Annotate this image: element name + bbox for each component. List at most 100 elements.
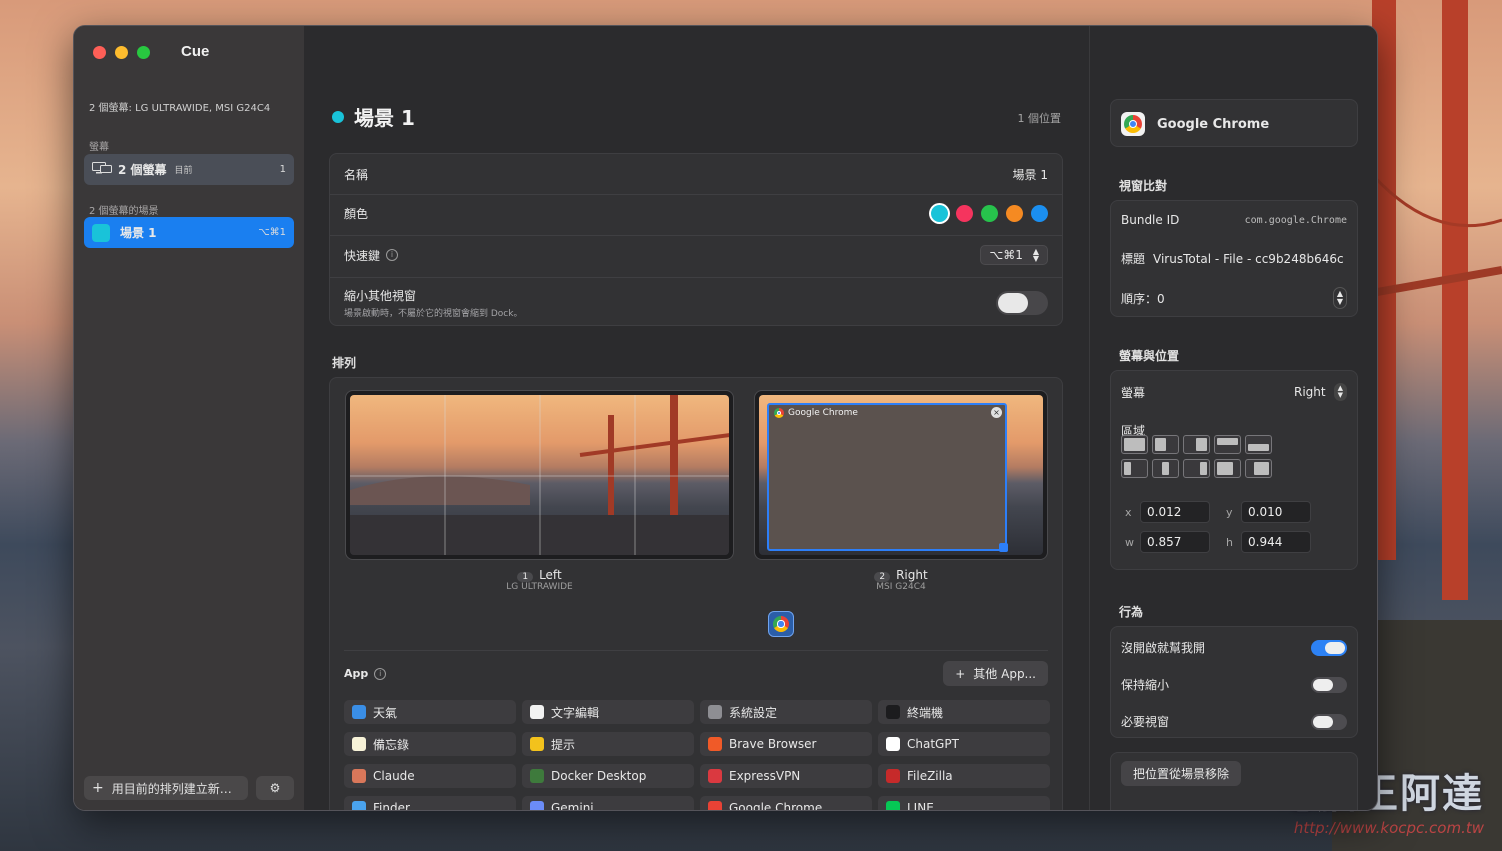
traffic-lights bbox=[93, 46, 150, 59]
app-icon bbox=[886, 769, 900, 783]
sidebar-settings-button[interactable]: ⚙ bbox=[256, 776, 294, 800]
app-button[interactable]: 終端機 bbox=[878, 700, 1050, 724]
app-button[interactable]: Google Chrome bbox=[700, 796, 872, 810]
title-value[interactable]: VirusTotal - File - cc9b248b646c bbox=[1153, 252, 1344, 266]
chevron-updown-icon: ▲ ▼ bbox=[1333, 383, 1347, 401]
app-button[interactable]: Docker Desktop bbox=[522, 764, 694, 788]
zone-center-third[interactable] bbox=[1152, 459, 1179, 478]
app-label: 系統設定 bbox=[729, 705, 778, 720]
app-button[interactable]: FileZilla bbox=[878, 764, 1050, 788]
app-label: LINE bbox=[907, 801, 934, 811]
y-field: y 0.010 bbox=[1226, 501, 1311, 523]
screen-item-count: 1 bbox=[279, 164, 286, 175]
app-icon bbox=[352, 801, 366, 810]
monitor-left-name: Left bbox=[539, 568, 562, 582]
minimize-toggle[interactable] bbox=[996, 291, 1048, 315]
inspector-app-name: Google Chrome bbox=[1157, 116, 1270, 132]
scene-color-icon bbox=[92, 223, 110, 242]
zone-bottom-half[interactable] bbox=[1245, 435, 1272, 454]
plus-icon: + bbox=[92, 780, 104, 796]
resize-handle[interactable] bbox=[999, 543, 1008, 552]
zone-left-two-thirds[interactable] bbox=[1214, 459, 1241, 478]
monitor-left-index: 1 bbox=[517, 572, 534, 582]
screen-picker[interactable]: Right ▲ ▼ bbox=[1294, 383, 1347, 401]
y-input[interactable]: 0.010 bbox=[1241, 501, 1311, 523]
minimize-note: 場景啟動時，不屬於它的視窗會縮到 Dock。 bbox=[344, 309, 523, 319]
app-button[interactable]: ChatGPT bbox=[878, 732, 1050, 756]
app-button[interactable]: Finder bbox=[344, 796, 516, 811]
zone-full[interactable] bbox=[1121, 435, 1148, 454]
app-icon bbox=[708, 801, 722, 810]
sidebar-footer: + 用目前的排列建立新… ⚙ bbox=[84, 776, 294, 800]
inspector-app-header: Google Chrome bbox=[1110, 99, 1358, 147]
app-button[interactable]: Brave Browser bbox=[700, 732, 872, 756]
zone-left-third[interactable] bbox=[1121, 459, 1148, 478]
zone-right-third[interactable] bbox=[1183, 459, 1210, 478]
order-stepper[interactable]: ▲ ▼ bbox=[1332, 287, 1347, 309]
info-icon[interactable]: i bbox=[374, 667, 387, 680]
zone-top-half[interactable] bbox=[1214, 435, 1241, 454]
chrome-window-placement[interactable]: Google Chrome × bbox=[767, 403, 1008, 552]
x-input[interactable]: 0.012 bbox=[1140, 501, 1210, 523]
app-label: Docker Desktop bbox=[551, 769, 647, 783]
app-button[interactable]: ExpressVPN bbox=[700, 764, 872, 788]
app-button[interactable]: 提示 bbox=[522, 732, 694, 756]
shortcut-row: 快速鍵 i ⌥⌘1 ▲ ▼ bbox=[344, 245, 1048, 265]
app-icon bbox=[530, 801, 544, 810]
scene-location-count: 1 個位置 bbox=[1017, 112, 1062, 125]
required-toggle[interactable] bbox=[1311, 713, 1347, 730]
shortcut-label: 快速鍵 bbox=[344, 248, 381, 263]
color-swatch-blue[interactable] bbox=[1031, 205, 1048, 222]
monitor-right-model: MSI G24C4 bbox=[876, 582, 926, 592]
h-field: h 0.944 bbox=[1226, 531, 1311, 553]
name-field[interactable]: 場景 1 bbox=[1013, 166, 1048, 183]
open-toggle[interactable] bbox=[1311, 639, 1347, 656]
app-icon bbox=[886, 801, 900, 810]
color-swatch-pink[interactable] bbox=[956, 205, 973, 222]
remove-location-button[interactable]: 把位置從場景移除 bbox=[1121, 761, 1242, 786]
region-presets bbox=[1121, 435, 1272, 478]
monitor-left[interactable] bbox=[345, 390, 734, 560]
name-row: 名稱 場景 1 bbox=[344, 166, 1048, 183]
app-button[interactable]: Gemini bbox=[522, 796, 694, 810]
color-swatch-orange[interactable] bbox=[1006, 205, 1023, 222]
app-button[interactable]: 備忘錄 bbox=[344, 732, 516, 756]
chrome-window-label: Google Chrome bbox=[788, 408, 858, 418]
zone-right-two-thirds[interactable] bbox=[1245, 459, 1272, 478]
zone-right-half[interactable] bbox=[1183, 435, 1210, 454]
app-icon bbox=[708, 705, 722, 719]
app-label: Finder bbox=[373, 801, 410, 811]
monitor-left-label: 1 Left LG ULTRAWIDE bbox=[345, 568, 734, 592]
selected-app-chip[interactable] bbox=[768, 611, 794, 637]
app-button[interactable]: Claude bbox=[344, 764, 516, 788]
close-icon[interactable]: × bbox=[991, 407, 1002, 418]
close-window-button[interactable] bbox=[93, 46, 106, 59]
zoom-window-button[interactable] bbox=[137, 46, 150, 59]
keep-toggle[interactable] bbox=[1311, 676, 1347, 693]
w-input[interactable]: 0.857 bbox=[1140, 531, 1210, 553]
minimize-label: 縮小其他視窗 bbox=[344, 289, 417, 303]
app-button[interactable]: 系統設定 bbox=[700, 700, 872, 724]
app-button[interactable]: 文字編輯 bbox=[522, 700, 694, 724]
minimize-window-button[interactable] bbox=[115, 46, 128, 59]
app-icon bbox=[352, 769, 366, 783]
sidebar-item-scene-1[interactable]: 場景 1 ⌥⌘1 bbox=[84, 217, 294, 248]
other-apps-button[interactable]: + 其他 App... bbox=[943, 661, 1048, 686]
create-scene-button[interactable]: + 用目前的排列建立新… bbox=[84, 776, 248, 800]
sidebar-item-screens[interactable]: 2 個螢幕 目前 1 bbox=[84, 154, 294, 185]
app-button[interactable]: 天氣 bbox=[344, 700, 516, 724]
color-swatch-cyan[interactable] bbox=[931, 205, 948, 222]
arrangement-label: 排列 bbox=[332, 356, 357, 370]
scene-header: 場景 1 bbox=[332, 102, 415, 131]
displays-info: 2 個螢幕: LG ULTRAWIDE, MSI G24C4 bbox=[89, 103, 271, 114]
scene-editor: 場景 1 1 個位置 名稱 場景 1 顏色 快速鍵 i ⌥⌘1 ▲ ▼ 縮小其他… bbox=[304, 26, 1089, 810]
h-input[interactable]: 0.944 bbox=[1241, 531, 1311, 553]
app-button[interactable]: LINE bbox=[878, 796, 1050, 811]
shortcut-picker[interactable]: ⌥⌘1 ▲ ▼ bbox=[980, 245, 1048, 265]
monitor-left-model: LG ULTRAWIDE bbox=[506, 582, 573, 592]
zone-left-half[interactable] bbox=[1152, 435, 1179, 454]
monitor-right[interactable]: Google Chrome × bbox=[754, 390, 1048, 560]
info-icon[interactable]: i bbox=[386, 249, 399, 261]
color-swatch-green[interactable] bbox=[981, 205, 998, 222]
bundle-label: Bundle ID bbox=[1121, 213, 1180, 227]
